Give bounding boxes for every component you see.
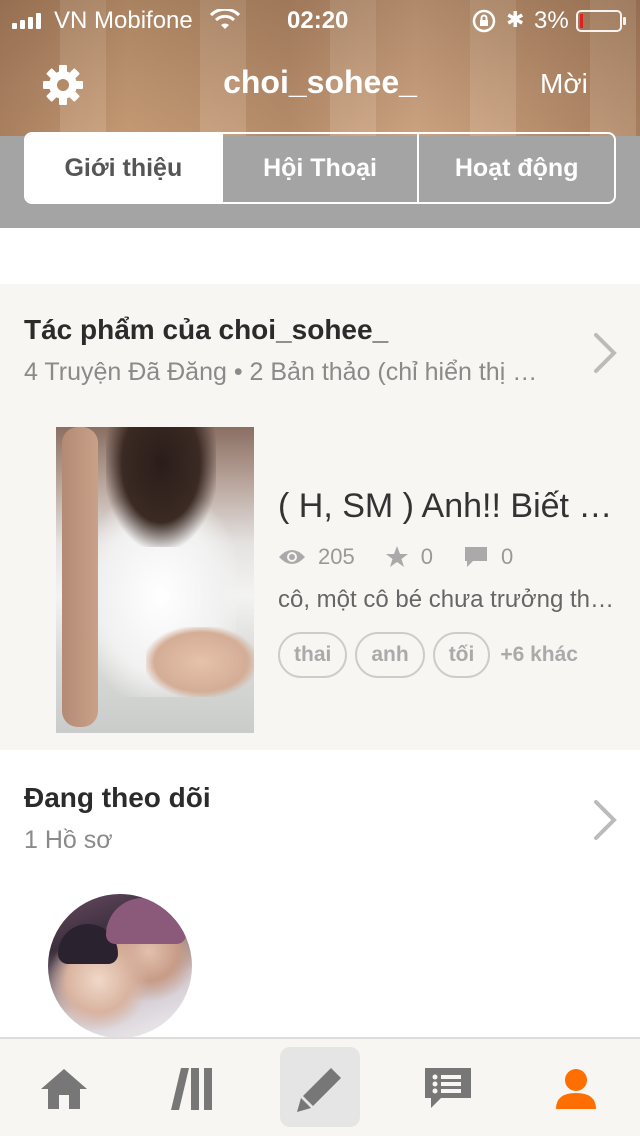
nav-library[interactable] (152, 1039, 232, 1136)
profile-username: choi_sohee_ (223, 64, 417, 100)
profile-header: VN Mobifone 02:20 ✱ 3% choi_sohee_ Mời G… (0, 0, 640, 228)
profile-tabs: Giới thiệu Hội Thoại Hoạt động (24, 132, 616, 204)
tab-activity[interactable]: Hoạt động (417, 134, 614, 202)
works-section: Tác phẩm của choi_sohee_ 4 Truyện Đã Đăn… (0, 284, 640, 750)
signal-icon (12, 13, 41, 29)
nav-write[interactable] (280, 1039, 360, 1136)
bluetooth-icon: ✱ (506, 7, 525, 32)
works-title[interactable]: Tác phẩm của choi_sohee_ (24, 314, 388, 346)
tag-chip[interactable]: anh (355, 632, 425, 678)
profile-icon (556, 1068, 596, 1109)
story-stats: 205 0 0 (278, 544, 513, 570)
votes-count: 0 (420, 544, 433, 569)
story-title[interactable]: ( H, SM ) Anh!! Biết em yêu anh (278, 487, 618, 526)
story-cover[interactable] (56, 427, 254, 733)
battery-icon (576, 10, 626, 32)
library-icon (171, 1067, 212, 1110)
works-subtitle: 4 Truyện Đã Đăng • 2 Bản thảo (chỉ hiển … (24, 358, 544, 386)
write-icon (297, 1067, 341, 1112)
following-section: Đang theo dõi 1 Hồ sơ (0, 750, 640, 1038)
tab-about[interactable]: Giới thiệu (26, 134, 221, 202)
nav-messages[interactable] (408, 1039, 488, 1136)
more-tags[interactable]: +6 khác (500, 643, 578, 667)
avatar[interactable] (48, 894, 192, 1038)
following-subtitle: 1 Hồ sơ (24, 826, 113, 854)
bottom-nav (0, 1037, 640, 1136)
tag-chip[interactable]: tối (432, 632, 491, 678)
following-title[interactable]: Đang theo dõi (24, 782, 211, 814)
chevron-right-icon[interactable] (592, 331, 620, 375)
comments-count: 0 (500, 544, 514, 569)
star-icon (385, 546, 408, 567)
nav-home[interactable] (24, 1039, 104, 1136)
wifi-icon (210, 9, 240, 29)
story-description: cô, một cô bé chưa trưởng thành (278, 586, 618, 613)
messages-icon (425, 1067, 471, 1108)
comment-icon (464, 547, 487, 567)
battery-percent: 3% (534, 7, 569, 34)
gear-icon[interactable] (42, 64, 84, 106)
tag-chip[interactable]: thai (278, 632, 348, 678)
rotation-lock-icon (472, 9, 496, 33)
eye-icon (279, 550, 305, 564)
invite-button[interactable]: Mời (540, 68, 588, 100)
story-tags: thai anh tối +6 khác (278, 632, 578, 678)
home-icon (41, 1068, 87, 1109)
tab-conversations[interactable]: Hội Thoại (220, 134, 418, 202)
carrier-name: VN Mobifone (54, 7, 193, 34)
nav-profile[interactable] (536, 1039, 616, 1136)
status-bar: VN Mobifone 02:20 ✱ 3% (0, 0, 640, 42)
chevron-right-icon[interactable] (592, 798, 620, 842)
status-time: 02:20 (287, 7, 349, 34)
views-count: 205 (318, 544, 355, 569)
